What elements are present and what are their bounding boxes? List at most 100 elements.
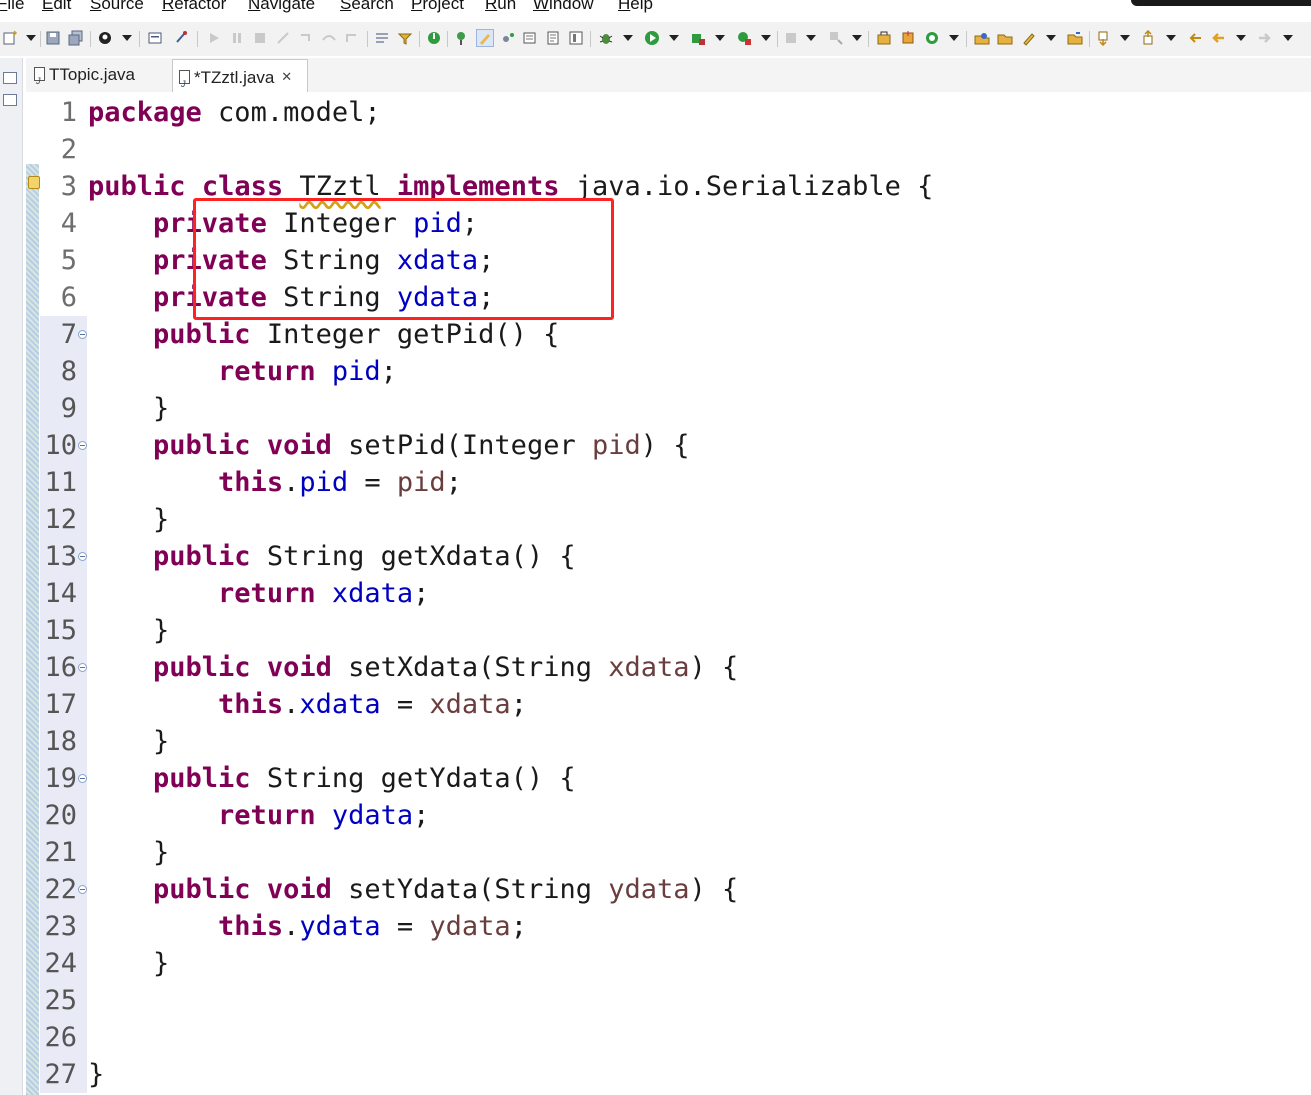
restore-icon[interactable] [3, 72, 17, 84]
open-folder-icon[interactable] [522, 30, 538, 46]
chevron-down-icon[interactable] [1120, 35, 1130, 41]
open-folder-icon[interactable] [997, 30, 1013, 46]
keyword: void [266, 652, 332, 683]
menu-project[interactable]: Project [411, 0, 464, 14]
line-number: 11 [40, 464, 87, 501]
chevron-down-icon[interactable] [623, 35, 633, 41]
coverage-icon[interactable] [690, 30, 706, 46]
console-icon[interactable] [147, 30, 163, 46]
new-server-icon[interactable] [426, 30, 442, 46]
code-line: private Integer pid; [88, 205, 478, 242]
forward-icon[interactable] [1257, 30, 1273, 46]
pin-icon[interactable] [173, 30, 189, 46]
step-over-icon[interactable] [321, 30, 337, 46]
pin-edit-icon[interactable] [1021, 30, 1037, 46]
chevron-down-icon[interactable] [122, 35, 132, 41]
step-return-icon[interactable] [344, 30, 360, 46]
terminate-icon[interactable] [252, 30, 268, 46]
external-tools-icon[interactable] [568, 30, 584, 46]
chevron-down-icon[interactable] [806, 35, 816, 41]
disconnect-icon[interactable] [275, 30, 291, 46]
fold-toggle-icon[interactable] [78, 441, 87, 450]
field-name: xdata [396, 245, 479, 276]
line-number: 6 [60, 282, 77, 313]
menu-help[interactable]: Help [618, 0, 653, 14]
chevron-down-icon[interactable] [715, 35, 725, 41]
last-edit-icon[interactable] [1187, 30, 1203, 46]
menu-run[interactable]: Run [485, 0, 516, 14]
fold-toggle-icon[interactable] [78, 330, 87, 339]
use-step-filters-icon[interactable] [397, 30, 413, 46]
fold-toggle-icon[interactable] [78, 663, 87, 672]
menu-search[interactable]: Search [340, 0, 394, 14]
keyword: package [88, 97, 202, 128]
keyword: void [266, 874, 332, 905]
chevron-down-icon[interactable] [669, 35, 679, 41]
new-icon[interactable] [2, 30, 18, 46]
open-folder-alt-icon[interactable] [1067, 30, 1083, 46]
external-tools-run-icon[interactable] [736, 30, 752, 46]
chevron-down-icon[interactable] [1166, 35, 1176, 41]
chevron-down-icon[interactable] [852, 35, 862, 41]
code-line: public class TZztl implements java.io.Se… [88, 168, 933, 205]
new-java-class-icon[interactable] [900, 30, 916, 46]
open-type-icon[interactable] [476, 29, 494, 47]
annotation-icon[interactable] [545, 30, 561, 46]
keyword: public [153, 763, 251, 794]
publish-icon[interactable] [454, 30, 470, 46]
open-perspective-icon[interactable] [924, 30, 940, 46]
fold-toggle-icon[interactable] [78, 552, 87, 561]
package-explorer-icon[interactable] [3, 94, 17, 106]
warning-icon[interactable] [28, 176, 40, 189]
debug-icon[interactable] [598, 30, 614, 46]
tab-ttopic-java[interactable]: TTopic.java [28, 58, 164, 98]
chevron-down-icon[interactable] [1236, 35, 1246, 41]
code-line: } [88, 837, 170, 868]
save-icon[interactable] [45, 30, 61, 46]
resume-icon[interactable] [206, 30, 222, 46]
keyword: private [153, 245, 267, 276]
fold-toggle-icon[interactable] [78, 885, 87, 894]
menu-source[interactable]: Source [90, 0, 144, 14]
chevron-down-icon[interactable] [761, 35, 771, 41]
chevron-down-icon[interactable] [1283, 35, 1293, 41]
run-icon[interactable] [644, 30, 660, 46]
fold-toggle-icon[interactable] [78, 774, 87, 783]
tab-label: TTopic.java [49, 65, 135, 84]
suspend-icon[interactable] [229, 30, 245, 46]
tab-tzztl-java[interactable]: *TZztl.java ✕ [172, 59, 308, 101]
toolbar-separator [40, 31, 41, 47]
menu-file[interactable]: File [0, 0, 24, 14]
field-name: ydata [396, 282, 479, 313]
code-text-area[interactable]: package com.model; public class TZztl im… [88, 92, 1308, 1095]
search-icon[interactable] [974, 30, 990, 46]
back-icon[interactable] [1210, 30, 1226, 46]
prev-annotation-icon[interactable] [1141, 30, 1157, 46]
new-java-package-icon[interactable] [876, 30, 892, 46]
build-icon[interactable] [828, 30, 844, 46]
code-editor[interactable]: 1 2 3 4 5 6 7 8 9 10 11 12 13 14 15 16 1… [26, 92, 1311, 1095]
menu-navigate[interactable]: Navigate [248, 0, 315, 14]
operator: = [380, 911, 430, 942]
open-task-icon[interactable] [500, 30, 516, 46]
menu-refactor[interactable]: Refactor [162, 0, 226, 14]
chevron-down-icon[interactable] [949, 35, 959, 41]
menu-edit[interactable]: Edit [42, 0, 71, 14]
code-text: String getYdata() { [250, 763, 576, 794]
save-all-icon[interactable] [68, 30, 84, 46]
chevron-down-icon[interactable] [1046, 35, 1056, 41]
profile-icon[interactable] [97, 30, 113, 46]
toolbar-separator [90, 31, 91, 47]
drop-to-frame-icon[interactable] [374, 30, 390, 46]
next-annotation-icon[interactable] [1096, 30, 1112, 46]
code-line: this.pid = pid; [88, 464, 462, 501]
close-icon[interactable]: ✕ [281, 69, 292, 84]
toolbar-separator [1089, 31, 1090, 47]
code-line: return ydata; [88, 797, 429, 834]
step-into-icon[interactable] [298, 30, 314, 46]
chevron-down-icon[interactable] [26, 35, 36, 41]
menu-window[interactable]: Window [533, 0, 593, 14]
type-name: String [266, 282, 397, 313]
line-number: 1 [60, 97, 77, 128]
stop-icon[interactable] [783, 30, 799, 46]
